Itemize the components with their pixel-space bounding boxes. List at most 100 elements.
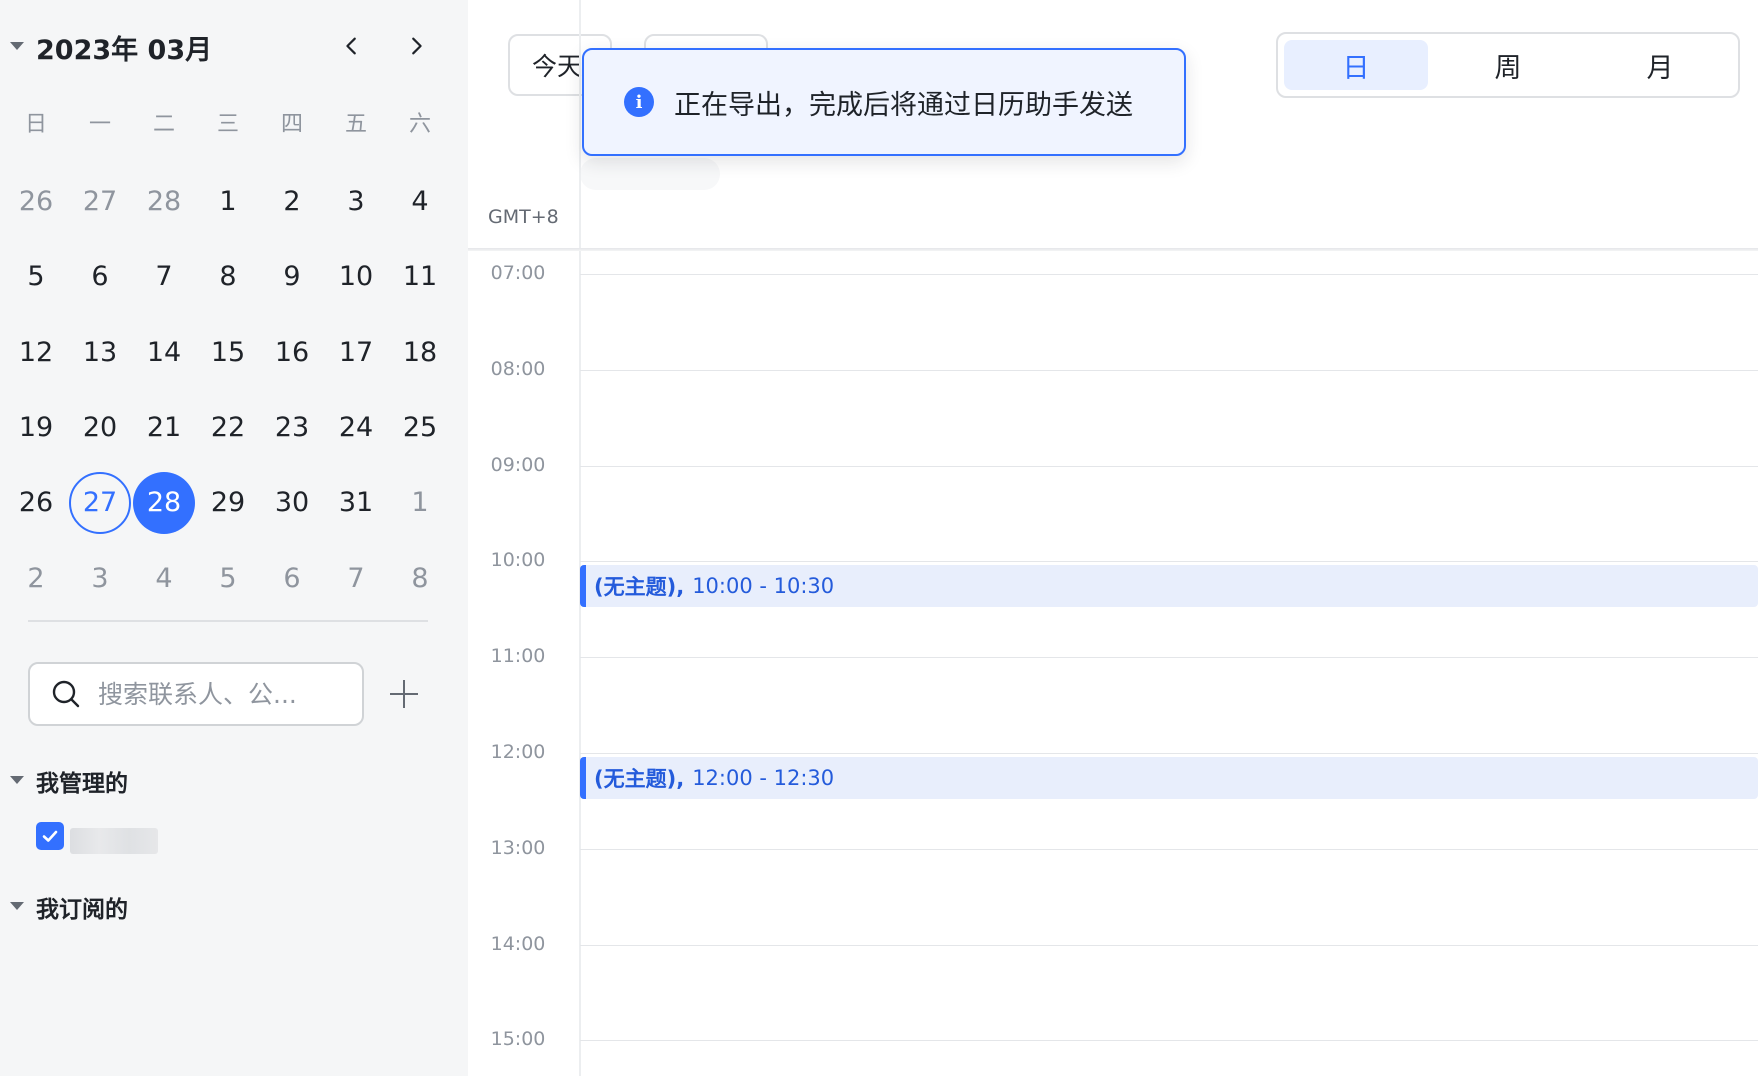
- day-cell[interactable]: 25: [388, 390, 452, 465]
- day-cell[interactable]: 19: [4, 390, 68, 465]
- day-number: 28: [133, 471, 195, 534]
- calendar-list-item: [36, 822, 236, 858]
- day-cell[interactable]: 5: [4, 239, 68, 314]
- calendar-event[interactable]: (无主题), 12:00 - 12:30: [580, 757, 1758, 799]
- day-cell[interactable]: 12: [4, 315, 68, 390]
- day-cell[interactable]: 17: [324, 315, 388, 390]
- day-cell[interactable]: 18: [388, 315, 452, 390]
- day-view: 今天 日 周 月 GMT+8 07:00 08:00 09:00 10:00 11:00…: [468, 0, 1758, 1076]
- collapse-caret-icon[interactable]: [10, 42, 24, 50]
- day-cell[interactable]: 1: [388, 465, 452, 540]
- search-box: [28, 662, 364, 726]
- day-cell[interactable]: 16: [260, 315, 324, 390]
- day-cell-today[interactable]: 27: [68, 465, 132, 540]
- day-number: 2: [283, 186, 301, 218]
- day-cell[interactable]: 21: [132, 390, 196, 465]
- day-cell[interactable]: 15: [196, 315, 260, 390]
- day-number: 8: [411, 562, 429, 594]
- day-cell[interactable]: 13: [68, 315, 132, 390]
- check-icon: [42, 830, 58, 842]
- prev-month-button[interactable]: [332, 26, 372, 66]
- day-cell[interactable]: 26: [4, 465, 68, 540]
- day-number: 18: [402, 336, 438, 368]
- mini-calendar-header: 2023年 03月: [0, 22, 468, 70]
- day-cell[interactable]: 14: [132, 315, 196, 390]
- day-cell[interactable]: 11: [388, 239, 452, 314]
- day-cell[interactable]: 1: [196, 164, 260, 239]
- day-cell[interactable]: 20: [68, 390, 132, 465]
- day-cell[interactable]: 7: [324, 540, 388, 615]
- hour-gridline: [580, 753, 1758, 754]
- day-number: 30: [274, 487, 310, 519]
- day-number: 3: [91, 562, 109, 594]
- hour-gridline: [580, 369, 1758, 371]
- search-icon: [52, 680, 80, 708]
- event-title: (无主题),: [594, 767, 685, 791]
- group-managed[interactable]: 我管理的: [0, 760, 300, 800]
- hour-label: 14:00: [490, 932, 546, 955]
- day-cell[interactable]: 4: [132, 540, 196, 615]
- day-number: 5: [27, 261, 45, 293]
- day-cell[interactable]: 8: [196, 239, 260, 314]
- day-number: 21: [146, 412, 182, 444]
- day-cell[interactable]: 29: [196, 465, 260, 540]
- weekday-header: 日一二三四五六: [4, 106, 452, 138]
- day-cell[interactable]: 10: [324, 239, 388, 314]
- day-cell[interactable]: 9: [260, 239, 324, 314]
- weekday-label: 二: [152, 112, 175, 137]
- day-cell[interactable]: 4: [388, 164, 452, 239]
- view-switcher: 日 周 月: [1276, 32, 1740, 98]
- calendar-event[interactable]: (无主题), 10:00 - 10:30: [580, 565, 1758, 608]
- calendar-checkbox[interactable]: [36, 822, 64, 850]
- day-cell[interactable]: 3: [68, 540, 132, 615]
- day-cell[interactable]: 6: [68, 239, 132, 314]
- day-number: 4: [411, 186, 429, 218]
- day-cell-selected[interactable]: 28: [132, 465, 196, 540]
- day-number: 17: [338, 336, 374, 368]
- hour-label: 12:00: [490, 741, 546, 763]
- day-cell[interactable]: 2: [260, 164, 324, 239]
- day-cell[interactable]: 6: [260, 540, 324, 615]
- day-number: 28: [146, 186, 182, 218]
- toast-message: 正在导出，完成后将通过日历助手发送: [674, 89, 1133, 121]
- day-cell[interactable]: 24: [324, 390, 388, 465]
- day-cell[interactable]: 22: [196, 390, 260, 465]
- chevron-right-icon: [412, 37, 422, 55]
- day-number: 3: [347, 186, 365, 218]
- hour-label: 13:00: [490, 836, 546, 859]
- day-cell[interactable]: 28: [132, 164, 196, 239]
- timezone-label: GMT+8: [488, 206, 559, 228]
- caret-down-icon: [10, 902, 24, 910]
- day-number: 6: [91, 261, 109, 293]
- day-number: 7: [155, 261, 173, 293]
- day-number: 13: [82, 336, 118, 368]
- day-cell[interactable]: 3: [324, 164, 388, 239]
- day-cell[interactable]: 23: [260, 390, 324, 465]
- day-cell[interactable]: 27: [68, 164, 132, 239]
- day-cell[interactable]: 31: [324, 465, 388, 540]
- day-cell[interactable]: 7: [132, 239, 196, 314]
- day-number: 31: [338, 487, 374, 519]
- next-month-button[interactable]: [396, 26, 436, 66]
- day-cell[interactable]: 5: [196, 540, 260, 615]
- day-cell[interactable]: 2: [4, 540, 68, 615]
- tab-week[interactable]: 周: [1436, 40, 1580, 90]
- day-cell[interactable]: 30: [260, 465, 324, 540]
- day-number: 26: [18, 487, 54, 519]
- add-calendar-button[interactable]: [384, 674, 424, 714]
- search-input[interactable]: [98, 679, 338, 709]
- tab-month[interactable]: 月: [1588, 40, 1732, 90]
- mini-calendar-grid: 26 27 28 1 2 3 4 5 6 7 8 9 10 11 12 13 14 15 16 17 18 19 20 21 2…: [4, 164, 452, 616]
- hour-label: 09:00: [490, 453, 546, 476]
- hour-label: 07:00: [490, 262, 546, 284]
- tab-day[interactable]: 日: [1284, 40, 1428, 90]
- day-number: 11: [402, 261, 438, 293]
- event-time: 10:00 - 10:30: [692, 574, 835, 599]
- day-cell[interactable]: 8: [388, 540, 452, 615]
- day-cell[interactable]: 26: [4, 164, 68, 239]
- weekday-label: 四: [280, 112, 303, 137]
- sidebar-divider: [28, 620, 428, 622]
- group-subscribed[interactable]: 我订阅的: [0, 886, 300, 926]
- day-number: 9: [283, 261, 301, 293]
- hour-gridline: [580, 1040, 1758, 1042]
